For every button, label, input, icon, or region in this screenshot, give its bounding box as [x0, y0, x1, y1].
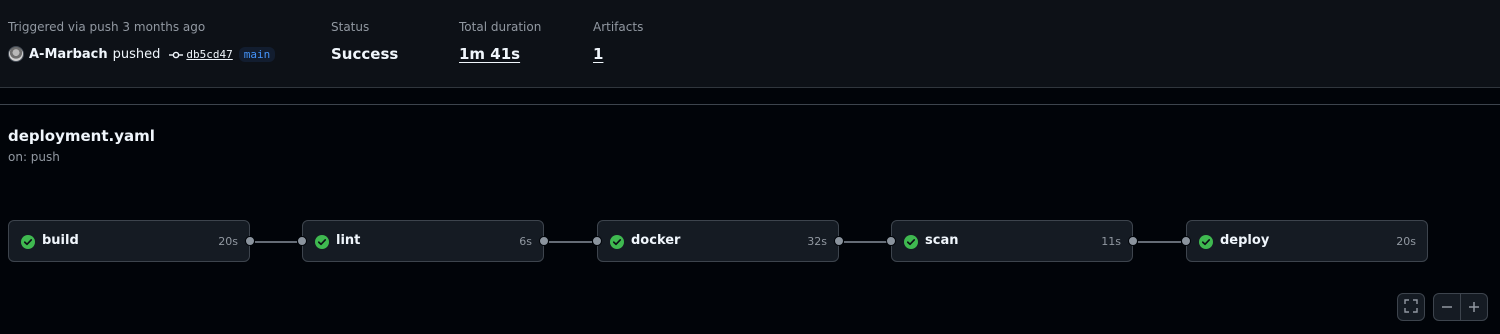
job-deploy[interactable]: deploy 20s: [1186, 220, 1428, 262]
job-name: scan: [925, 233, 959, 248]
git-commit-icon: [169, 47, 184, 61]
connector-dot: [1181, 236, 1191, 246]
connector-dot: [245, 236, 255, 246]
job-duration: 11s: [1101, 235, 1121, 248]
job-duration: 20s: [1396, 235, 1416, 248]
connector-dot: [539, 236, 549, 246]
job-duration: 32s: [807, 235, 827, 248]
status-column: Status Success: [331, 20, 398, 64]
success-check-icon: [21, 235, 35, 249]
trigger-column: Triggered via push 3 months ago A-Marbac…: [8, 20, 276, 64]
success-check-icon: [1199, 235, 1213, 249]
artifacts-link[interactable]: 1: [593, 44, 643, 64]
job-connector: [1138, 241, 1181, 243]
job-connector: [844, 241, 887, 243]
zoom-out-button[interactable]: [1434, 294, 1461, 320]
avatar[interactable]: [8, 46, 24, 62]
actor-link[interactable]: A-Marbach: [29, 47, 108, 62]
workflow-trigger: on: push: [8, 150, 60, 164]
connector-dot: [297, 236, 307, 246]
connector-dot: [1128, 236, 1138, 246]
success-check-icon: [315, 235, 329, 249]
zoom-in-button[interactable]: [1461, 294, 1488, 320]
duration-column: Total duration 1m 41s: [459, 20, 541, 64]
divider: [0, 104, 1500, 105]
connector-dot: [886, 236, 896, 246]
job-name: docker: [631, 233, 681, 248]
job-name: deploy: [1220, 233, 1270, 248]
artifacts-label: Artifacts: [593, 20, 644, 34]
commit-sha-link[interactable]: db5cd47: [186, 48, 232, 61]
job-lint[interactable]: lint 6s: [302, 220, 544, 262]
status-label: Status: [331, 20, 370, 34]
artifacts-column: Artifacts 1: [593, 20, 643, 64]
status-value: Success: [331, 45, 399, 63]
success-check-icon: [610, 235, 624, 249]
job-scan[interactable]: scan 11s: [891, 220, 1133, 262]
connector-dot: [592, 236, 602, 246]
run-summary: Triggered via push 3 months ago A-Marbac…: [0, 0, 1500, 88]
branch-badge[interactable]: main: [238, 46, 276, 62]
trigger-label: Triggered via push 3 months ago: [8, 20, 206, 34]
duration-link[interactable]: 1m 41s: [459, 44, 541, 64]
trigger-details: A-Marbach pushed db5cd47 main: [8, 44, 276, 64]
job-build[interactable]: build 20s: [8, 220, 250, 262]
job-duration: 20s: [218, 235, 238, 248]
job-docker[interactable]: docker 32s: [597, 220, 839, 262]
job-name: build: [42, 233, 79, 248]
plus-icon: [1468, 302, 1479, 312]
job-connector: [549, 241, 592, 243]
minus-icon: [1442, 306, 1453, 308]
fullscreen-button[interactable]: [1397, 293, 1425, 321]
duration-label: Total duration: [459, 20, 542, 34]
action-text: pushed: [112, 46, 161, 62]
connector-dot: [834, 236, 844, 246]
zoom-divider: [1460, 293, 1461, 321]
job-duration: 6s: [519, 235, 532, 248]
job-name: lint: [336, 233, 361, 248]
success-check-icon: [904, 235, 918, 249]
job-connector: [255, 241, 297, 243]
workflow-title: deployment.yaml: [8, 127, 155, 145]
fullscreen-icon: [1404, 298, 1418, 317]
